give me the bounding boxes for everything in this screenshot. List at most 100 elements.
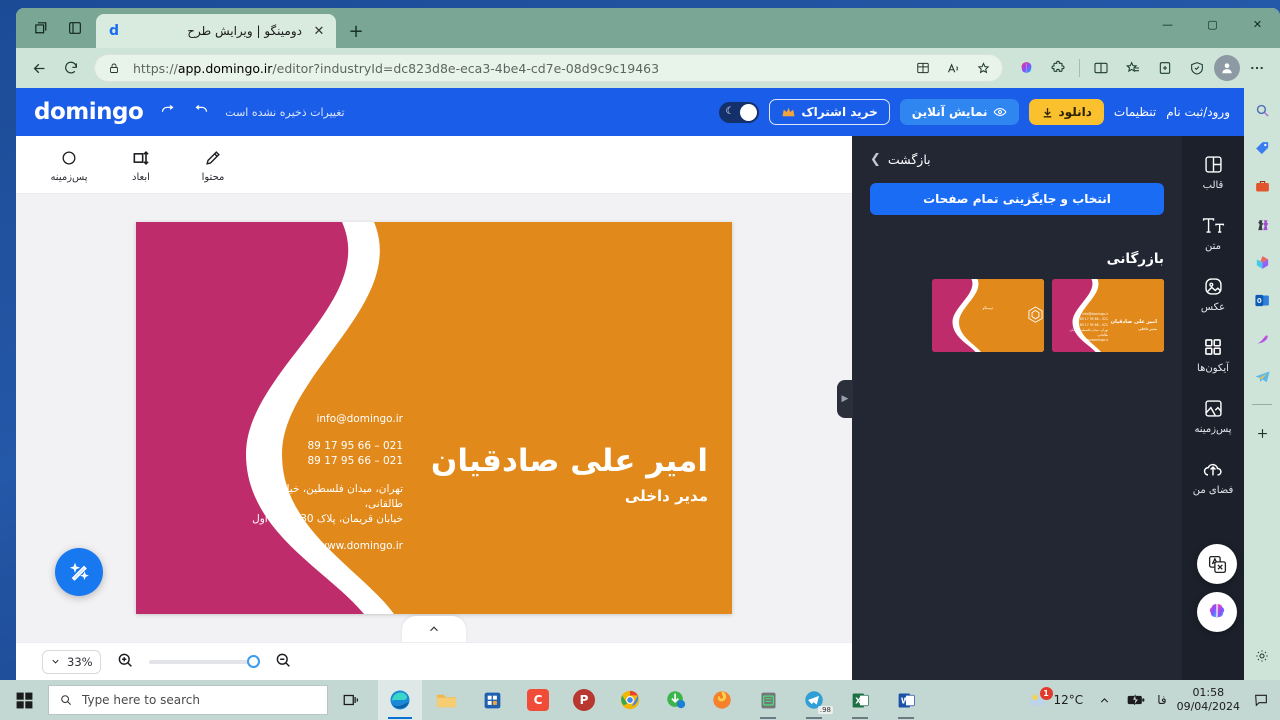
taskbar-app-firefox[interactable] [700, 680, 744, 720]
back-button[interactable] [24, 53, 54, 83]
split-screen-icon[interactable] [912, 57, 934, 79]
taskbar-app-file-explorer[interactable] [424, 680, 468, 720]
split-window-icon[interactable] [1086, 53, 1116, 83]
clock-time: 01:58 [1192, 686, 1225, 700]
tab-close-icon[interactable]: ✕ [310, 22, 328, 40]
minimize-button[interactable]: — [1145, 8, 1190, 40]
ai-assistant-bubble[interactable] [1197, 592, 1237, 632]
translate-bubble[interactable] [1197, 544, 1237, 584]
taskbar-app-telegram[interactable]: .98 [792, 680, 836, 720]
rail-item-icons[interactable]: آیکون‌ها [1184, 335, 1242, 374]
telegram-icon[interactable] [1250, 364, 1274, 388]
zoom-out-icon[interactable] [273, 651, 293, 673]
taskbar-app-p[interactable]: P [562, 680, 606, 720]
new-tab-button[interactable]: + [342, 17, 370, 45]
taskbar-app-word[interactable]: W [884, 680, 928, 720]
rail-item-my-space[interactable]: فضای من [1184, 457, 1242, 496]
rail-item-background[interactable]: پس‌زمینه [1184, 396, 1242, 435]
domingo-logo[interactable]: domingo [34, 99, 144, 125]
weather-widget[interactable]: 1 12°C [1028, 687, 1083, 709]
rail-item-template[interactable]: قالب [1184, 152, 1242, 191]
download-button[interactable]: دانلود [1028, 99, 1104, 125]
pages-expand-button[interactable] [402, 616, 466, 642]
search-icon[interactable] [1250, 98, 1274, 122]
edge-sidebar-rail [1244, 88, 1280, 680]
rail-label-text: متن [1205, 241, 1221, 252]
taskbar-app-edge[interactable] [378, 680, 422, 720]
zoom-in-icon[interactable] [115, 651, 135, 673]
tool-dimensions[interactable]: ابعاد [118, 147, 164, 183]
notification-center-icon[interactable] [1250, 689, 1272, 711]
online-preview-button[interactable]: نمایش آنلاین [899, 99, 1019, 125]
zoom-slider-thumb[interactable] [246, 654, 260, 668]
taskbar-search-input[interactable]: Type here to search [48, 685, 328, 715]
tab-actions-icon[interactable] [24, 12, 58, 44]
maximize-button[interactable]: ▢ [1190, 8, 1235, 40]
collections-icon[interactable] [1150, 53, 1180, 83]
taskbar-app-chrome[interactable] [608, 680, 652, 720]
image-tools-icon[interactable] [1250, 326, 1274, 350]
taskbar-app-notepad-green[interactable] [746, 680, 790, 720]
template-thumbnail-front[interactable]: امیر علی صادقیان مدیر داخلی info@domingo… [1052, 279, 1164, 352]
taskbar-app-microsoft-store[interactable] [470, 680, 514, 720]
tab-list-icon[interactable] [58, 12, 92, 44]
read-aloud-icon[interactable] [942, 57, 964, 79]
taskbar-app-excel[interactable]: X [838, 680, 882, 720]
profile-avatar[interactable] [1214, 55, 1240, 81]
close-window-button[interactable]: ✕ [1235, 8, 1280, 40]
login-link[interactable]: ورود/ثبت نام [1166, 105, 1230, 119]
magic-wand-button[interactable] [55, 548, 103, 596]
template-thumbnail-back[interactable]: دومینگو [932, 279, 1044, 352]
undo-icon[interactable] [191, 103, 211, 122]
weather-badge: 1 [1039, 687, 1053, 700]
card-contact-block: info@domingo.ir 021 – 66 95 17 89 021 – … [233, 412, 403, 555]
download-label: دانلود [1058, 105, 1092, 119]
settings-icon[interactable] [1250, 644, 1274, 668]
edge-browser-window: d دومینگو | ویرایش طرح ✕ + — ▢ ✕ https:/… [16, 8, 1280, 680]
clipchamp-icon: C [527, 689, 549, 711]
favorite-star-icon[interactable] [972, 57, 994, 79]
refresh-button[interactable] [56, 53, 86, 83]
tool-background[interactable]: پس‌زمینه [46, 147, 92, 183]
outlook-icon[interactable] [1250, 288, 1274, 312]
address-bar[interactable]: https://app.domingo.ir/editor?industryId… [94, 54, 1003, 82]
panel-back-button[interactable]: بازگشت ❯ [870, 152, 1164, 167]
add-icon[interactable] [1250, 421, 1274, 445]
taskbar-app-clipchamp[interactable]: C [516, 680, 560, 720]
tool-dimensions-label: ابعاد [132, 171, 150, 183]
canvas-area: امیر علی صادقیان مدیر داخلی info@domingo… [16, 194, 852, 642]
template-icon [1203, 152, 1224, 176]
browser-tab[interactable]: d دومینگو | ویرایش طرح ✕ [96, 14, 336, 48]
browser-essentials-icon[interactable] [1182, 53, 1212, 83]
taskbar-app-idm[interactable] [654, 680, 698, 720]
extensions-icon[interactable] [1043, 53, 1073, 83]
games-icon[interactable] [1250, 212, 1274, 236]
office-icon[interactable] [1250, 250, 1274, 274]
favorites-icon[interactable] [1118, 53, 1148, 83]
tools-icon[interactable] [1250, 174, 1274, 198]
business-card-design[interactable]: امیر علی صادقیان مدیر داخلی info@domingo… [136, 222, 732, 614]
copilot-icon[interactable] [1011, 53, 1041, 83]
clock[interactable]: 01:58 09/04/2024 [1177, 686, 1240, 714]
start-button[interactable] [0, 680, 48, 720]
battery-icon[interactable] [1125, 689, 1147, 711]
panel-collapse-handle[interactable]: ▶ [837, 380, 853, 418]
shopping-tag-icon[interactable] [1250, 136, 1274, 160]
task-view-button[interactable] [328, 680, 374, 720]
language-indicator[interactable]: فا [1157, 693, 1166, 707]
replace-all-pages-button[interactable]: انتخاب و جایگزینی تمام صفحات [870, 183, 1164, 215]
buy-subscription-button[interactable]: خرید اشتراک [769, 99, 890, 125]
tab-strip: d دومینگو | ویرایش طرح ✕ + — ▢ ✕ [16, 8, 1280, 48]
theme-toggle[interactable]: ☾ [719, 101, 760, 123]
redo-icon[interactable] [157, 103, 177, 122]
rail-item-text[interactable]: متن [1184, 213, 1242, 252]
settings-more-icon[interactable] [1242, 53, 1272, 83]
tool-background-label: پس‌زمینه [50, 171, 88, 183]
magic-wand-icon [69, 562, 89, 581]
tray-expand-icon[interactable] [1093, 689, 1115, 711]
settings-link[interactable]: تنظیمات [1114, 105, 1156, 119]
zoom-slider[interactable] [148, 654, 260, 668]
zoom-level-select[interactable]: 33% [42, 649, 101, 674]
rail-item-image[interactable]: عکس [1184, 274, 1242, 313]
tool-content[interactable]: محتوا [190, 147, 236, 183]
